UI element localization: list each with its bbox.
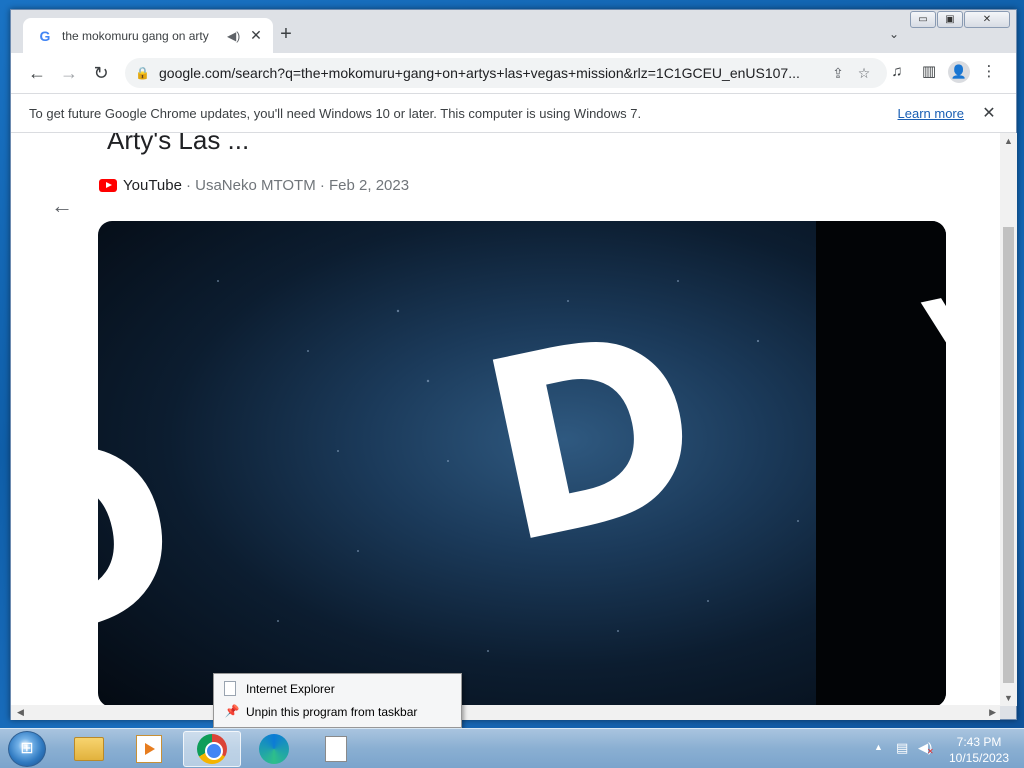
- media-player-icon: [136, 735, 162, 763]
- taskbar-chrome[interactable]: [183, 731, 241, 767]
- scroll-down-icon[interactable]: ▼: [1000, 690, 1017, 706]
- show-hidden-icons-icon[interactable]: ▲: [874, 742, 883, 752]
- menu-item-internet-explorer[interactable]: Internet Explorer: [214, 677, 461, 700]
- back-button[interactable]: ←: [21, 57, 53, 89]
- back-arrow-icon[interactable]: ←: [51, 193, 73, 219]
- source-name[interactable]: YouTube: [123, 177, 182, 194]
- scroll-left-icon[interactable]: ◀: [17, 707, 24, 718]
- restore-button[interactable]: ▣: [937, 11, 963, 28]
- new-tab-button[interactable]: +: [275, 24, 297, 46]
- clock-time: 7:43 PM: [956, 735, 1002, 749]
- page-viewport: Arty's Las ... YouTube · UsaNeko MTOTM ·…: [11, 133, 1000, 705]
- tab-close-button[interactable]: ✕: [249, 27, 263, 44]
- taskbar-blank-window[interactable]: [307, 731, 365, 767]
- edge-icon: [259, 734, 289, 764]
- tab-title: the mokomuru gang on arty: [62, 28, 209, 43]
- url-text[interactable]: google.com/search?q=the+mokomuru+gang+on…: [159, 65, 825, 81]
- scroll-thumb[interactable]: [1003, 227, 1014, 683]
- muted-icon: ✕: [927, 747, 934, 756]
- infobar-message: To get future Google Chrome updates, you…: [29, 105, 642, 121]
- tab-search-result[interactable]: G the mokomuru gang on arty ◀) ✕: [23, 18, 273, 53]
- youtube-icon: [99, 179, 117, 192]
- result-source: YouTube · UsaNeko MTOTM · Feb 2, 2023: [99, 177, 409, 194]
- vertical-scrollbar[interactable]: ▲ ▼: [1000, 133, 1017, 706]
- toolbar: ← → ↻ 🔒 google.com/search?q=the+mokomuru…: [11, 53, 1016, 93]
- chrome-icon: [197, 734, 227, 764]
- infobar-close-button[interactable]: ✕: [980, 103, 998, 123]
- profile-avatar[interactable]: 👤: [948, 61, 970, 83]
- learn-more-link[interactable]: Learn more: [898, 106, 964, 121]
- taskbar-edge[interactable]: [245, 731, 303, 767]
- horizontal-scrollbar[interactable]: ◀ ▶: [11, 705, 1000, 720]
- taskbar-explorer[interactable]: [60, 731, 118, 767]
- close-button[interactable]: ✕: [964, 11, 1010, 28]
- pin-icon: 📌: [224, 703, 240, 718]
- clock-date: 10/15/2023: [948, 751, 1010, 765]
- clock[interactable]: 7:43 PM 10/15/2023: [944, 734, 1014, 766]
- side-panel-icon[interactable]: ▥: [916, 59, 942, 85]
- chrome-window: G the mokomuru gang on arty ◀) ✕ + ⌄ ▭ ▣…: [10, 9, 1017, 720]
- speaker-icon[interactable]: ◀): [227, 29, 241, 43]
- tab-search-dropdown-icon[interactable]: ⌄: [884, 24, 904, 44]
- window-icon: [325, 736, 347, 762]
- bookmark-star-icon[interactable]: ☆: [851, 65, 877, 82]
- reload-button[interactable]: ↻: [85, 57, 117, 89]
- toolbar-right: ♫ ▥ 👤 ⋮: [884, 59, 1002, 85]
- update-infobar: To get future Google Chrome updates, you…: [11, 93, 1016, 133]
- system-tray: ▲ ▤ ◀) ✕ 7:43 PM 10/15/2023: [864, 729, 1024, 768]
- menu-icon[interactable]: ⋮: [976, 59, 1002, 85]
- menu-item-label: Internet Explorer: [246, 681, 335, 696]
- minimize-button[interactable]: ▭: [910, 11, 936, 28]
- forward-button[interactable]: →: [53, 57, 85, 89]
- start-button[interactable]: ⊞: [8, 731, 46, 767]
- google-icon: G: [39, 27, 51, 44]
- source-meta: · UsaNeko MTOTM · Feb 2, 2023: [185, 177, 410, 194]
- network-icon[interactable]: ▤: [896, 740, 908, 756]
- tab-strip: G the mokomuru gang on arty ◀) ✕ + ⌄ ▭ ▣…: [11, 10, 1016, 53]
- taskbar-media-player[interactable]: [120, 731, 178, 767]
- folder-icon: [74, 737, 104, 761]
- scroll-up-icon[interactable]: ▲: [1000, 133, 1017, 149]
- scroll-right-icon[interactable]: ▶: [989, 707, 996, 718]
- media-controls-icon[interactable]: ♫: [884, 59, 910, 85]
- address-bar[interactable]: 🔒 google.com/search?q=the+mokomuru+gang+…: [125, 58, 887, 88]
- video-player[interactable]: D D V: [98, 221, 946, 705]
- window-controls: ▭ ▣ ✕: [910, 11, 1010, 28]
- menu-item-label: Unpin this program from taskbar: [246, 704, 418, 719]
- taskbar: ⊞ ▲ ▤ ◀) ✕ 7:43 PM 10/15/2023: [0, 728, 1024, 768]
- result-title[interactable]: Arty's Las ...: [107, 133, 249, 156]
- share-icon[interactable]: ⇪: [825, 65, 851, 82]
- page-icon: [224, 681, 236, 696]
- taskbar-context-menu: Internet Explorer 📌 Unpin this program f…: [213, 673, 462, 728]
- menu-item-unpin[interactable]: 📌 Unpin this program from taskbar: [214, 700, 461, 723]
- lock-icon[interactable]: 🔒: [135, 66, 150, 80]
